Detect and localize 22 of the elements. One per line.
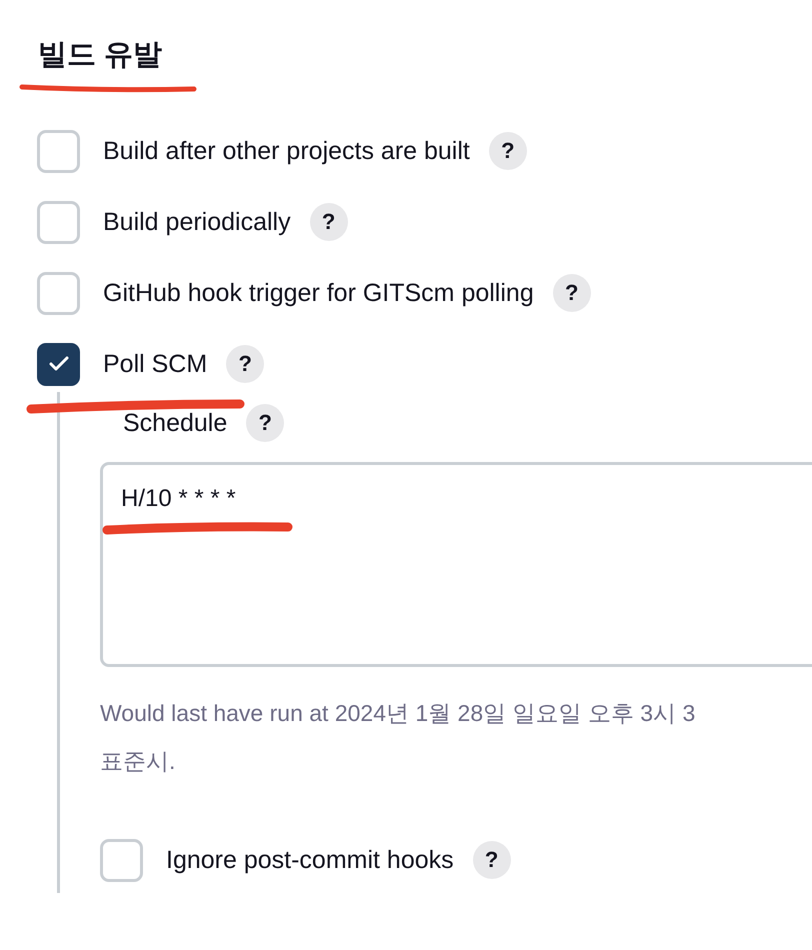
schedule-field[interactable]: H/10 * * * *	[100, 462, 812, 667]
checkbox-label: GitHub hook trigger for GITScm polling	[103, 278, 534, 308]
checkbox[interactable]	[37, 272, 80, 314]
help-button[interactable]: ?	[310, 203, 348, 241]
checkbox-label: Build periodically	[103, 208, 291, 236]
checkbox[interactable]	[37, 130, 80, 172]
help-button[interactable]: ?	[226, 345, 264, 383]
help-button[interactable]: ?	[246, 404, 284, 442]
help-button[interactable]: ?	[488, 132, 527, 170]
hint-text: Would last have run at 2024년 1월 28일 일요일 오후 3시 3	[100, 699, 696, 728]
section-title: 빌드 유발	[38, 38, 164, 73]
checkbox[interactable]	[37, 342, 80, 386]
checkbox[interactable]	[100, 838, 143, 882]
checkbox-label: Build after other projects are built	[103, 136, 470, 166]
checkbox[interactable]	[37, 200, 80, 244]
checkmark-icon	[48, 356, 68, 372]
checkbox-label: Ignore post-commit hooks	[166, 846, 454, 874]
help-button[interactable]: ?	[472, 841, 511, 879]
checkbox-label: Poll SCM	[103, 350, 208, 378]
field-label: Schedule	[123, 408, 228, 438]
help-button[interactable]: ?	[552, 274, 591, 312]
hint-text: 표준시.	[100, 747, 176, 776]
